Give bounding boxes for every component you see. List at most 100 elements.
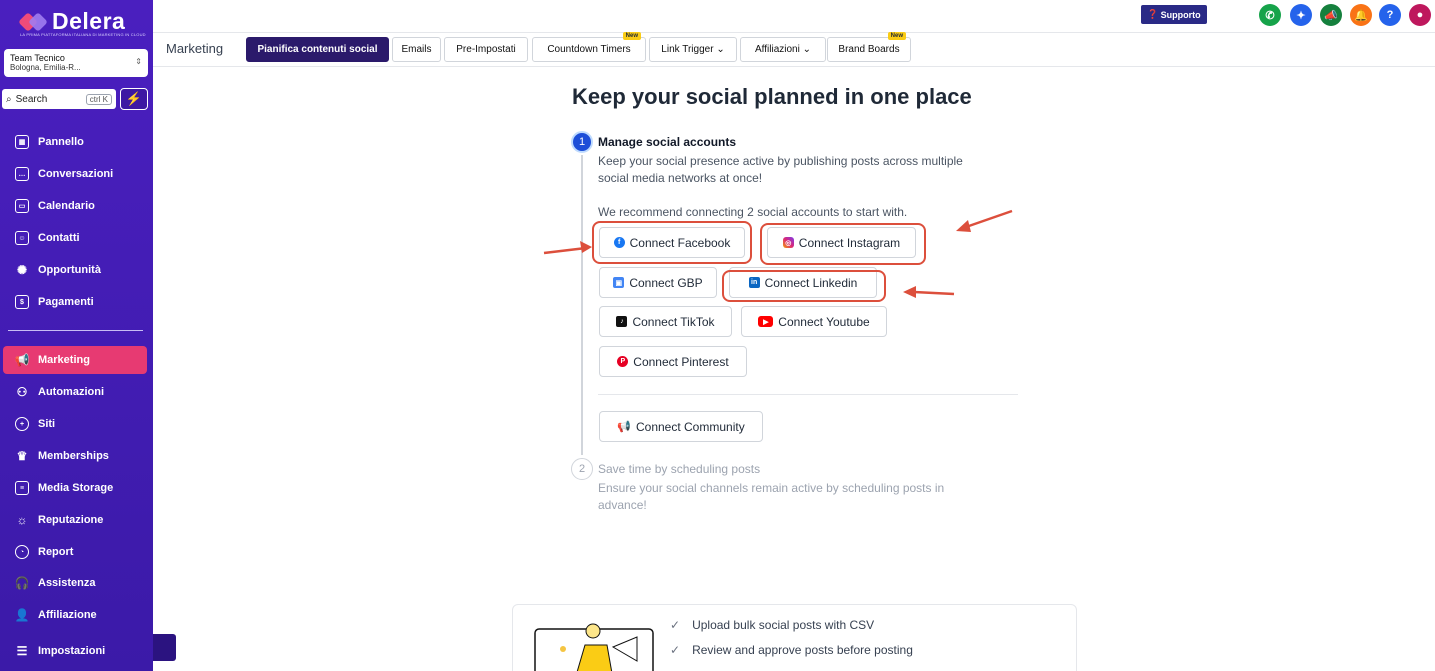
sidebar-item-label: Marketing: [38, 354, 90, 366]
globe-icon: +: [15, 417, 29, 431]
tab-label: Link Trigger ⌄: [661, 44, 725, 55]
sidebar-item-label: Assistenza: [38, 577, 96, 589]
help-circle-icon: ❓: [1147, 9, 1159, 19]
team-location: Bologna, Emilia-R...: [10, 63, 81, 72]
connect-tiktok-button[interactable]: ♪ Connect TikTok: [599, 306, 732, 337]
support-button[interactable]: ❓ Supporto: [1141, 5, 1207, 24]
help-icon[interactable]: ?: [1379, 4, 1401, 26]
announcements-icon[interactable]: 📣: [1320, 4, 1342, 26]
updown-chevron-icon: ⇕: [135, 57, 142, 66]
workflow-icon: ⚇: [16, 385, 28, 399]
sidebar-item-affiliazione[interactable]: 👤 Affiliazione: [3, 601, 147, 629]
sidebar-item-label: Conversazioni: [38, 168, 114, 180]
brand-tagline: LA PRIMA PIATTAFORMA ITALIANA DI MARKETI…: [20, 32, 146, 37]
step-1-recommendation: We recommend connecting 2 social account…: [598, 205, 908, 219]
step-2-indicator: 2: [571, 458, 593, 480]
sidebar-item-siti[interactable]: + Siti: [3, 410, 147, 438]
community-megaphone-icon: 📢: [617, 421, 631, 433]
sidebar-item-opportunita[interactable]: ✺ Opportunità: [3, 256, 147, 284]
storage-icon: ≡: [15, 481, 29, 495]
tab-pianifica-contenuti-social[interactable]: Pianifica contenuti social: [246, 37, 389, 62]
sidebar-item-label: Pannello: [38, 136, 84, 148]
highlight-facebook: [592, 221, 752, 264]
brand-logo[interactable]: Delera: [18, 8, 126, 35]
annotation-arrow-instagram: [956, 209, 1013, 232]
sidebar-item-memberships[interactable]: ♛ Memberships: [3, 442, 147, 470]
sidebar-item-assistenza[interactable]: 🎧 Assistenza: [3, 569, 147, 597]
connect-youtube-button[interactable]: ▶ Connect Youtube: [741, 306, 887, 337]
sidebar-item-contatti[interactable]: ☺ Contatti: [3, 224, 147, 252]
top-bar: ❓ Supporto ✆ ✦ 📣 🔔 ? ●: [153, 0, 1435, 32]
check-icon: ✓: [670, 643, 681, 657]
sidebar-collapse-handle[interactable]: [153, 634, 176, 661]
tab-label: Pianifica contenuti social: [257, 44, 378, 55]
youtube-icon: ▶: [758, 316, 774, 327]
annotation-arrow-facebook: [543, 241, 592, 255]
section-divider: [598, 394, 1018, 395]
pinterest-icon: P: [617, 356, 629, 367]
tab-label: Affiliazioni ⌄: [755, 44, 811, 55]
sidebar-item-conversazioni[interactable]: … Conversazioni: [3, 160, 147, 188]
ai-sparkle-icon[interactable]: ✦: [1290, 4, 1312, 26]
sidebar-item-label: Contatti: [38, 232, 80, 244]
connect-gbp-button[interactable]: ▣ Connect GBP: [599, 267, 717, 298]
stepper-line: [581, 155, 583, 455]
button-label: Connect Community: [635, 419, 745, 434]
button-label: Connect Youtube: [778, 314, 870, 329]
quick-actions-button[interactable]: ⚡: [120, 88, 148, 110]
sidebar-item-calendario[interactable]: ▭ Calendario: [3, 192, 147, 220]
sidebar: Delera LA PRIMA PIATTAFORMA ITALIANA DI …: [0, 0, 153, 671]
sidebar-item-marketing[interactable]: 📢 Marketing: [3, 346, 147, 374]
sidebar-item-pannello[interactable]: ▦ Pannello: [3, 128, 147, 156]
tab-pre-impostati[interactable]: Pre-Impostati: [444, 37, 528, 62]
team-switcher[interactable]: Team Tecnico Bologna, Emilia-R... ⇕: [4, 49, 148, 77]
step-2-desc-line2: advance!: [598, 498, 647, 512]
tab-link-trigger[interactable]: Link Trigger ⌄: [649, 37, 737, 62]
search-shortcut: ctrl K: [85, 93, 112, 105]
sidebar-item-pagamenti[interactable]: $ Pagamenti: [3, 288, 147, 316]
step-2-title: Save time by scheduling posts: [598, 462, 761, 476]
payment-icon: $: [15, 295, 29, 309]
tab-label: Emails: [401, 44, 432, 55]
sidebar-item-reputazione[interactable]: ☼ Reputazione: [3, 506, 147, 534]
sidebar-item-impostazioni[interactable]: ☰ Impostazioni: [3, 637, 147, 665]
sidebar-item-report[interactable]: ◔ Report: [3, 538, 147, 566]
connect-community-button[interactable]: 📢 Connect Community: [599, 411, 763, 442]
feature-label: Review and approve posts before posting: [692, 643, 913, 657]
sidebar-item-label: Opportunità: [38, 264, 101, 276]
megaphone-icon: 📢: [14, 353, 30, 367]
sidebar-item-label: Calendario: [38, 200, 95, 212]
feature-label: Upload bulk social posts with CSV: [692, 618, 875, 632]
funnel-icon: ✺: [16, 263, 28, 277]
button-label: Connect Pinterest: [633, 354, 729, 369]
marketing-subnav: Marketing Pianifica contenuti social Ema…: [153, 32, 1435, 67]
notifications-bell-icon[interactable]: 🔔: [1350, 4, 1372, 26]
section-title: Marketing: [166, 41, 224, 56]
sidebar-item-media-storage[interactable]: ≡ Media Storage: [3, 474, 147, 502]
phone-icon[interactable]: ✆: [1259, 4, 1281, 26]
tab-countdown-timers[interactable]: Countdown Timers New: [532, 32, 646, 62]
tab-brand-boards[interactable]: Brand Boards New: [827, 32, 911, 62]
search-input[interactable]: ⌕ Search ctrl K: [2, 89, 116, 109]
headset-icon: 🎧: [14, 576, 30, 590]
connect-pinterest-button[interactable]: P Connect Pinterest: [599, 346, 747, 377]
step-1-desc-line2: social media networks at once!: [598, 171, 763, 185]
sidebar-item-label: Pagamenti: [38, 296, 94, 308]
annotation-arrow-linkedin: [903, 286, 955, 298]
sidebar-item-automazioni[interactable]: ⚇ Automazioni: [3, 378, 147, 406]
tiktok-icon: ♪: [616, 316, 628, 327]
settings-icon: ☰: [16, 644, 28, 658]
sidebar-item-label: Memberships: [38, 450, 109, 462]
sidebar-item-label: Impostazioni: [38, 645, 106, 657]
sidebar-nav-bottom: 📢 Marketing ⚇ Automazioni + Siti ♛ Membe…: [0, 346, 153, 665]
tab-emails[interactable]: Emails: [392, 37, 441, 62]
feature-item: ✓ Upload bulk social posts with CSV: [670, 618, 874, 632]
grid-icon: ▦: [15, 135, 29, 149]
step-2-desc-line1: Ensure your social channels remain activ…: [598, 481, 945, 495]
button-label: Connect TikTok: [632, 314, 715, 329]
tab-label: Countdown Timers: [547, 44, 631, 55]
brand-name: Delera: [52, 8, 126, 34]
sidebar-item-label: Media Storage: [38, 482, 114, 494]
user-avatar[interactable]: ●: [1409, 4, 1431, 26]
tab-affiliazioni[interactable]: Affiliazioni ⌄: [740, 37, 826, 62]
